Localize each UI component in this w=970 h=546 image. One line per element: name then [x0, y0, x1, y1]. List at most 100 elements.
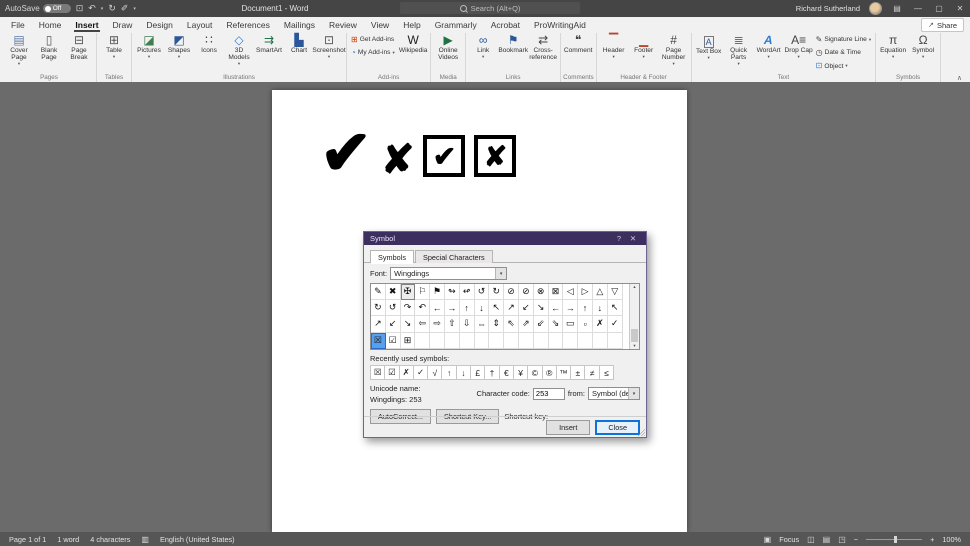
symbol-cell[interactable]: ✠: [401, 284, 416, 300]
symbol-cell[interactable]: ⇘: [549, 316, 564, 332]
symbol-cell[interactable]: ✓: [608, 316, 623, 332]
zoom-out-button[interactable]: −: [854, 535, 858, 544]
language-indicator[interactable]: English (United States): [160, 535, 235, 544]
symbol-cell[interactable]: ↓: [475, 300, 490, 316]
quick-parts-button[interactable]: ≣ Quick Parts ▾: [724, 33, 754, 73]
symbol-cell[interactable]: ▫: [578, 316, 593, 332]
zoom-slider[interactable]: [866, 539, 922, 540]
symbol-cell[interactable]: ⇙: [534, 316, 549, 332]
character-code-input[interactable]: [533, 388, 565, 400]
text-box-button[interactable]: A Text Box ▾: [694, 33, 724, 73]
recent-symbol-cell[interactable]: †: [484, 365, 499, 381]
tab-insert[interactable]: Insert: [68, 17, 105, 32]
header-button[interactable]: ▔ Header ▾: [599, 33, 629, 73]
resize-grip[interactable]: [638, 429, 645, 436]
cross-reference-button[interactable]: ⇄ Cross-reference: [528, 33, 558, 73]
symbol-cell[interactable]: ⇖: [504, 316, 519, 332]
symbol-cell[interactable]: ↺: [475, 284, 490, 300]
zoom-level[interactable]: 100%: [942, 535, 961, 544]
symbol-cell[interactable]: ⊗: [534, 284, 549, 300]
scroll-down-icon[interactable]: ▾: [633, 343, 635, 349]
symbol-cell[interactable]: ↻: [371, 300, 386, 316]
recent-symbol-cell[interactable]: ☒: [370, 365, 385, 381]
wikipedia-button[interactable]: W Wikipedia: [398, 33, 428, 73]
symbol-cell[interactable]: ↙: [519, 300, 534, 316]
symbol-cell[interactable]: ⇩: [460, 316, 475, 332]
footer-button[interactable]: ▁ Footer ▾: [629, 33, 659, 73]
recent-symbol-cell[interactable]: ≠: [584, 365, 599, 381]
symbol-cell[interactable]: ☑: [386, 333, 401, 349]
symbol-cell[interactable]: ◁: [563, 284, 578, 300]
get-add-ins-button[interactable]: ⊞ Get Add-ins: [349, 33, 398, 46]
comment-button[interactable]: ❝ Comment: [563, 33, 593, 73]
cover-page-button[interactable]: ▤ Cover Page ▾: [4, 33, 34, 73]
recent-symbol-cell[interactable]: ™: [556, 365, 571, 381]
symbol-cell[interactable]: ↓: [593, 300, 608, 316]
equation-button[interactable]: π Equation ▾: [878, 33, 908, 73]
close-button[interactable]: Close: [595, 420, 640, 435]
recent-symbol-cell[interactable]: £: [470, 365, 485, 381]
symbol-cell[interactable]: ⇕: [489, 316, 504, 332]
tab-grammarly[interactable]: Grammarly: [428, 17, 484, 32]
symbol-cell[interactable]: ←: [430, 300, 445, 316]
symbol-cell[interactable]: [578, 333, 593, 349]
symbol-cell[interactable]: ▽: [608, 284, 623, 300]
tab-home[interactable]: Home: [32, 17, 69, 32]
grid-scrollbar[interactable]: ▴ ▾: [629, 284, 639, 349]
symbol-cell[interactable]: ↺: [386, 300, 401, 316]
avatar[interactable]: [869, 2, 882, 15]
symbol-cell[interactable]: ✎: [371, 284, 386, 300]
zoom-in-button[interactable]: +: [930, 535, 934, 544]
symbol-cell[interactable]: [593, 333, 608, 349]
symbol-cell[interactable]: ✗: [593, 316, 608, 332]
pictures-button[interactable]: ◪ Pictures ▾: [134, 33, 164, 73]
bookmark-button[interactable]: ⚑ Bookmark: [498, 33, 528, 73]
tab-prowritingaid[interactable]: ProWritingAid: [527, 17, 593, 32]
chevron-down-icon[interactable]: ▾: [101, 6, 104, 12]
symbol-cell[interactable]: ⇦: [415, 316, 430, 332]
symbol-cell[interactable]: ↻: [489, 284, 504, 300]
proofing-icon[interactable]: ▥: [141, 535, 149, 544]
signature-line-button[interactable]: ✎ Signature Line ▾: [814, 33, 874, 46]
table-button[interactable]: ⊞ Table ▾: [99, 33, 129, 73]
symbol-cell[interactable]: [563, 333, 578, 349]
recent-symbol-cell[interactable]: ↑: [441, 365, 456, 381]
tab-review[interactable]: Review: [322, 17, 364, 32]
symbol-cell[interactable]: ↷: [401, 300, 416, 316]
smartart-button[interactable]: ⇉ SmartArt: [254, 33, 284, 73]
tab-draw[interactable]: Draw: [106, 17, 140, 32]
shapes-button[interactable]: ◩ Shapes ▾: [164, 33, 194, 73]
character-count[interactable]: 4 characters: [90, 535, 130, 544]
symbol-cell[interactable]: ↫: [460, 284, 475, 300]
blank-page-button[interactable]: ▯ Blank Page: [34, 33, 64, 73]
symbol-cell[interactable]: ▷: [578, 284, 593, 300]
recent-symbol-cell[interactable]: ®: [542, 365, 557, 381]
object-button[interactable]: ⊡ Object ▾: [814, 60, 874, 73]
symbol-cell[interactable]: ▭: [563, 316, 578, 332]
symbol-cell[interactable]: [608, 333, 623, 349]
insert-button[interactable]: Insert: [546, 420, 590, 435]
tab-acrobat[interactable]: Acrobat: [484, 17, 527, 32]
screenshot-button[interactable]: ⊡ Screenshot ▾: [314, 33, 344, 73]
page-indicator[interactable]: Page 1 of 1: [9, 535, 46, 544]
tab-layout[interactable]: Layout: [180, 17, 220, 32]
recent-symbol-cell[interactable]: ☑: [384, 365, 399, 381]
autosave-toggle[interactable]: AutoSave Off: [5, 4, 71, 13]
focus-mode-button[interactable]: Focus: [779, 535, 799, 544]
tab-design[interactable]: Design: [139, 17, 179, 32]
redo-icon[interactable]: ↻: [108, 4, 116, 13]
symbol-cell[interactable]: ⚐: [415, 284, 430, 300]
pen-icon[interactable]: ✐: [121, 4, 129, 13]
share-button[interactable]: ↗ Share: [921, 18, 964, 32]
undo-icon[interactable]: ↶: [88, 4, 96, 13]
recent-symbol-cell[interactable]: √: [427, 365, 442, 381]
symbol-cell[interactable]: ↘: [534, 300, 549, 316]
online-videos-button[interactable]: ▶ Online Videos: [433, 33, 463, 73]
tab-mailings[interactable]: Mailings: [277, 17, 322, 32]
symbol-cell[interactable]: △: [593, 284, 608, 300]
symbol-cell[interactable]: ↙: [386, 316, 401, 332]
print-layout-icon[interactable]: ▤: [823, 535, 831, 544]
dialog-tab-special-characters[interactable]: Special Characters: [415, 250, 493, 263]
wordart-button[interactable]: A WordArt ▾: [754, 33, 784, 73]
date-time-button[interactable]: ◷ Date & Time: [814, 46, 874, 59]
